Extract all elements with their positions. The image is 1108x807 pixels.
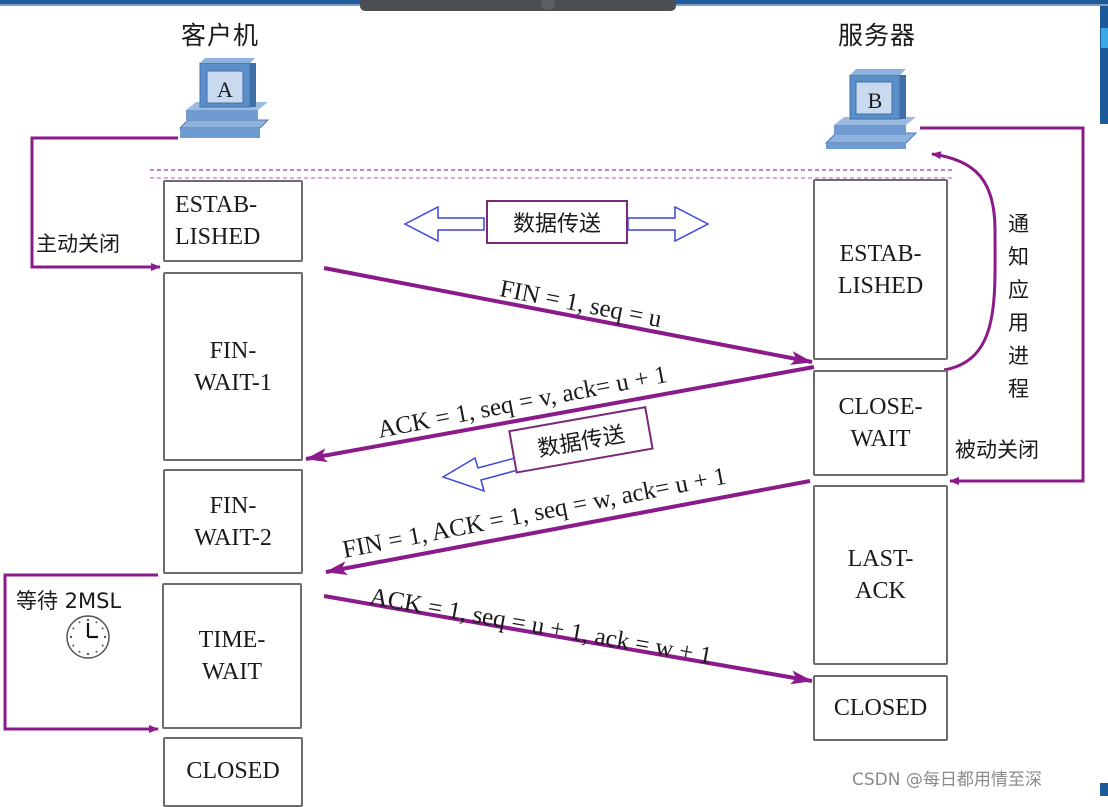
- notify-app-label: 通知 应用 进程: [1008, 212, 1032, 401]
- server-monitor-letter: B: [868, 88, 883, 113]
- wait-2msl-label: 等待 2MSL: [16, 589, 122, 613]
- data-transfer-box: 数据传送: [486, 200, 628, 244]
- server-state-closed: CLOSED: [813, 675, 948, 741]
- data-transfer-left-arrow: [441, 456, 519, 493]
- server-computer-icon: B: [824, 69, 918, 149]
- watermark: CSDN @每日都用情至深: [852, 770, 1042, 790]
- client-computer-icon: A: [178, 58, 270, 138]
- clock-icon: [66, 615, 110, 659]
- server-state-established: ESTAB- LISHED: [813, 179, 948, 360]
- server-state-close-wait: CLOSE- WAIT: [813, 370, 948, 476]
- server-state-last-ack: LAST- ACK: [813, 485, 948, 665]
- client-state-closed: CLOSED: [163, 737, 303, 807]
- active-close-label: 主动关闭: [36, 232, 120, 256]
- client-state-time-wait: TIME- WAIT: [162, 583, 302, 729]
- passive-close-label: 被动关闭: [955, 438, 1039, 462]
- client-state-fin-wait-1: FIN- WAIT-1: [163, 272, 303, 461]
- client-state-established: ESTAB- LISHED: [163, 180, 303, 262]
- client-state-fin-wait-2: FIN- WAIT-2: [163, 469, 303, 574]
- client-monitor-letter: A: [217, 77, 233, 102]
